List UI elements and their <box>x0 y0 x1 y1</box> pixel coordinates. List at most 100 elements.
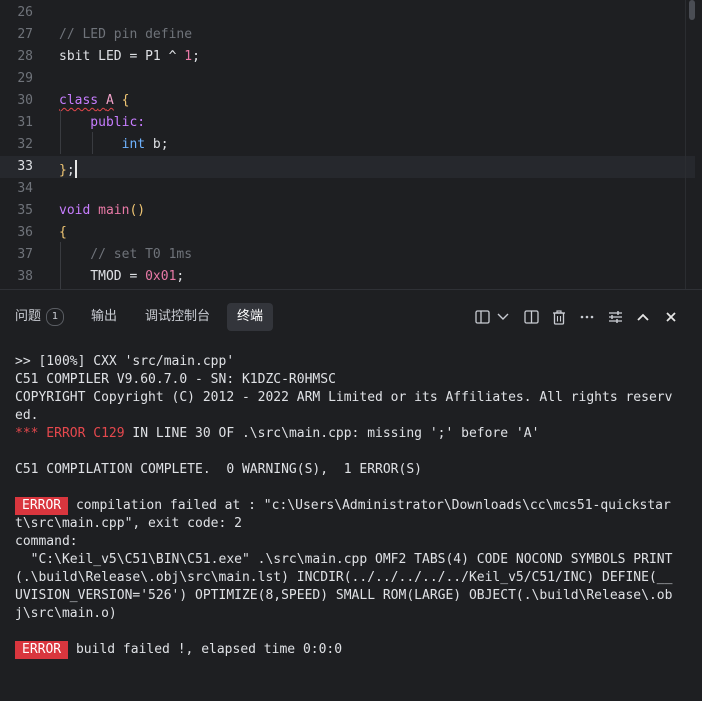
code-token: // set T0 1ms <box>59 247 193 262</box>
terminal-text: command: <box>15 534 78 549</box>
line-number: 29 <box>17 71 33 86</box>
more-icon[interactable] <box>578 308 596 326</box>
tab-label: 问题 <box>15 309 42 324</box>
code-line[interactable]: 33}; <box>0 156 695 178</box>
code-token: void <box>59 203 91 218</box>
line-number: 37 <box>17 247 33 262</box>
code-token: () <box>129 203 146 218</box>
terminal-text: C51 COMPILATION COMPLETE. 0 WARNING(S), … <box>15 462 422 477</box>
terminal-text: UVISION_VERSION='526') OPTIMIZE(8,SPEED)… <box>15 588 673 603</box>
code-line[interactable]: 38 TMOD = 0x01; <box>0 266 695 288</box>
code-text: TMOD = 0x01; <box>59 266 184 288</box>
error-badge: ERROR <box>15 641 69 659</box>
line-number: 38 <box>17 269 33 284</box>
code-text: public: <box>59 112 145 134</box>
settings-sliders-icon[interactable] <box>606 308 624 326</box>
code-text: // set T0 1ms <box>59 244 192 266</box>
code-line[interactable]: 34 <box>0 178 695 200</box>
code-text: class A { <box>59 90 129 112</box>
chevron-down-icon[interactable] <box>494 308 512 326</box>
terminal-output[interactable]: >> [100%] CXX 'src/main.cpp' C51 COMPILER… <box>15 353 695 659</box>
terminal-text: >> [100%] CXX 'src/main.cpp' <box>15 354 235 369</box>
code-token: 1 <box>184 49 193 64</box>
code-line[interactable]: 35 void main() <box>0 200 695 222</box>
terminal-line: ERROR compilation failed at : "c:\Users\… <box>15 497 695 515</box>
tab-problems[interactable]: 问题 1 <box>5 303 74 331</box>
terminal-line: UVISION_VERSION='526') OPTIMIZE(8,SPEED)… <box>15 587 695 605</box>
line-number: 30 <box>17 93 33 108</box>
code-token: ; <box>192 49 200 64</box>
tab-terminal[interactable]: 终端 <box>227 303 274 331</box>
split-editor-icon[interactable] <box>522 308 540 326</box>
code-line[interactable]: 32 int b; <box>0 134 695 156</box>
code-token: A <box>105 93 114 108</box>
terminal-line: j\src\main.o) <box>15 605 695 623</box>
terminal-text: IN LINE 30 OF .\src\main.cpp: missing ';… <box>124 426 540 441</box>
terminal-text: (.\build\Release\.obj\src\main.lst) INCD… <box>15 570 673 585</box>
code-line[interactable]: 36 { <box>0 222 695 244</box>
error-code: *** ERROR C129 <box>15 426 125 441</box>
bottom-panel: 问题 1 输出 调试控制台 终端 >> [100%] CXX 'src/main… <box>0 289 702 701</box>
code-token: { <box>121 93 130 108</box>
code-text: int b; <box>59 134 169 156</box>
code-token: main <box>98 203 130 218</box>
code-line[interactable]: 37 // set T0 1ms <box>0 244 695 266</box>
terminal-text: C51 COMPILER V9.60.7.0 - SN: K1DZC-R0HMS… <box>15 372 336 387</box>
code-line[interactable]: 28 sbit LED = P1 ^ 1; <box>0 46 695 68</box>
code-token: ; <box>66 163 75 178</box>
terminal-line: command: <box>15 533 695 551</box>
indent-guide <box>92 132 93 154</box>
text-cursor <box>74 160 77 178</box>
code-token: b; <box>145 137 169 152</box>
terminal-line: ed. <box>15 407 695 425</box>
code-line[interactable]: 31 public: <box>0 112 695 134</box>
line-number: 36 <box>17 225 33 240</box>
terminal-text: compilation failed at : "c:\Users\Admini… <box>68 498 671 513</box>
editor-scrollbar[interactable] <box>689 0 695 20</box>
terminal-text: ed. <box>15 408 39 423</box>
terminal-text: COPYRIGHT Copyright (C) 2012 - 2022 ARM … <box>15 390 673 405</box>
code-token: // LED pin define <box>59 27 193 42</box>
terminal-text: build failed !, elapsed time 0:0:0 <box>68 642 343 657</box>
line-number: 35 <box>17 203 33 218</box>
code-editor[interactable]: 26 27 // LED pin define 28 sbit LED = P1 ^ 1… <box>0 0 702 289</box>
terminal-line: COPYRIGHT Copyright (C) 2012 - 2022 ARM … <box>15 389 695 407</box>
tab-output[interactable]: 输出 <box>81 303 127 331</box>
tab-label: 输出 <box>91 309 118 324</box>
code-text: { <box>59 222 67 244</box>
close-icon[interactable] <box>662 308 680 326</box>
terminal-line: t\src\main.cpp", exit code: 2 <box>15 515 695 533</box>
indent-guide <box>60 242 61 289</box>
terminal-line: C51 COMPILER V9.60.7.0 - SN: K1DZC-R0HMS… <box>15 371 695 389</box>
terminal-line: *** ERROR C129 IN LINE 30 OF .\src\main.… <box>15 425 695 443</box>
terminal-text: t\src\main.cpp", exit code: 2 <box>15 516 242 531</box>
error-badge: ERROR <box>15 497 69 515</box>
line-number: 28 <box>17 49 33 64</box>
line-number: 31 <box>17 115 33 130</box>
code-line[interactable]: 29 <box>0 68 695 90</box>
terminal-line: "C:\Keil_v5\C51\BIN\C51.exe" .\src\main.… <box>15 551 695 569</box>
code-line[interactable]: 30 class A { <box>0 90 695 112</box>
terminal-line: >> [100%] CXX 'src/main.cpp' <box>15 353 695 371</box>
terminal-line: ERROR build failed !, elapsed time 0:0:0 <box>15 641 695 659</box>
tab-debug-console[interactable]: 调试控制台 <box>135 303 220 331</box>
code-token: 0x01 <box>145 269 177 284</box>
scrollbar-track <box>685 0 686 289</box>
trash-icon[interactable] <box>550 308 568 326</box>
code-text: sbit LED = P1 ^ 1; <box>59 46 200 68</box>
terminal-text: "C:\Keil_v5\C51\BIN\C51.exe" .\src\main.… <box>15 552 673 567</box>
chevron-up-icon[interactable] <box>634 308 652 326</box>
code-line[interactable]: 27 // LED pin define <box>0 24 695 46</box>
code-text: // LED pin define <box>59 24 192 46</box>
code-token: int <box>121 137 146 152</box>
code-line[interactable]: 26 <box>0 2 695 24</box>
tab-label: 终端 <box>237 309 264 324</box>
split-terminal-icon[interactable] <box>473 308 491 326</box>
code-token: ; <box>176 269 185 284</box>
